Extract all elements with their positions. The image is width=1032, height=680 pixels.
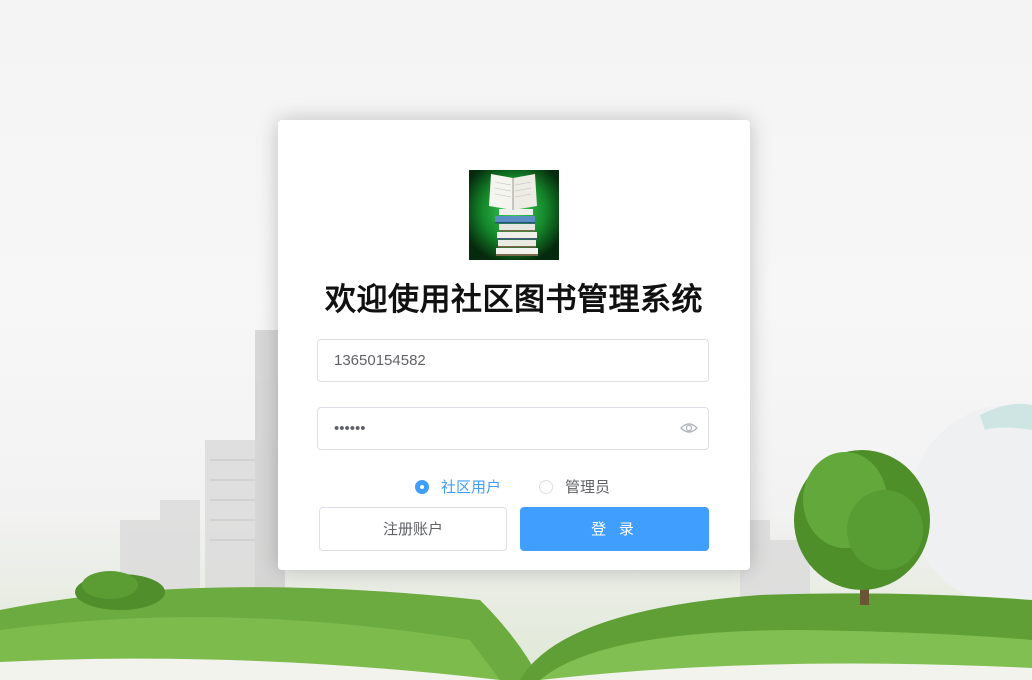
- role-label-admin: 管理员: [565, 478, 611, 496]
- role-label-community-user: 社区用户: [441, 478, 502, 496]
- radio-unchecked-icon: [539, 479, 553, 494]
- register-button[interactable]: 注册账户: [319, 507, 507, 551]
- eye-icon[interactable]: [680, 421, 698, 435]
- radio-checked-icon: [415, 479, 429, 494]
- book-stack-logo: [469, 170, 559, 260]
- login-card: 欢迎使用社区图书管理系统 社区用户 管理员 注册账户 登 录: [278, 120, 750, 570]
- role-radio-admin[interactable]: 管理员: [539, 476, 610, 497]
- role-radio-community-user[interactable]: 社区用户: [415, 476, 501, 497]
- login-button[interactable]: 登 录: [520, 507, 709, 551]
- phone-input[interactable]: [318, 340, 658, 381]
- page-title: 欢迎使用社区图书管理系统: [325, 282, 703, 318]
- password-input[interactable]: [318, 408, 658, 449]
- phone-field[interactable]: [317, 339, 709, 382]
- role-radio-group: 社区用户 管理员: [278, 476, 750, 496]
- password-field[interactable]: [317, 407, 709, 450]
